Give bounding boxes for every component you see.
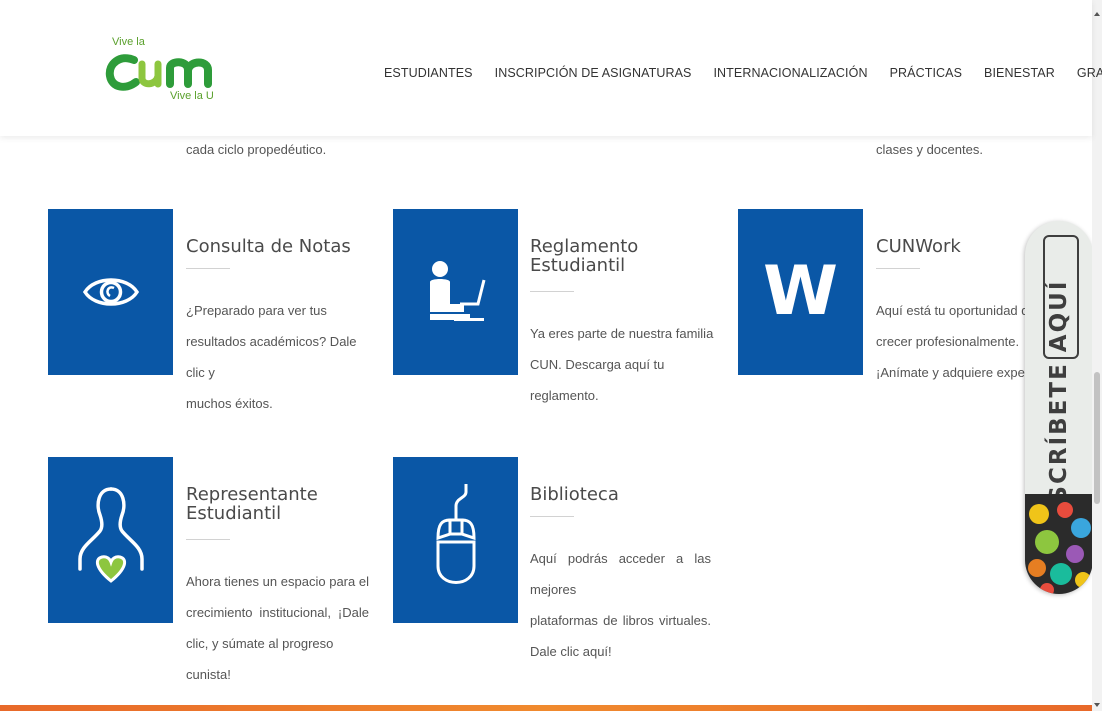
main-nav: ESTUDIANTES INSCRIPCIÓN DE ASIGNATURAS I… bbox=[384, 66, 1102, 80]
card-desc-line: clic, y súmate al progreso cunista! bbox=[186, 636, 334, 682]
card-desc-line: Aquí podrás acceder a las mejores bbox=[530, 551, 711, 597]
nav-practicas[interactable]: PRÁCTICAS bbox=[890, 66, 962, 80]
previous-card-text: clases y docentes. bbox=[876, 142, 983, 157]
card-title-cunwork[interactable]: CUNWork bbox=[876, 237, 961, 256]
card-desc-line: crecer profesionalmente. bbox=[876, 334, 1020, 349]
cunwork-tile[interactable]: W bbox=[738, 209, 863, 375]
card-desc-line: Dale clic aquí! bbox=[530, 644, 612, 659]
word-w-icon: W bbox=[762, 252, 838, 331]
nav-grados[interactable]: GRADOS bbox=[1077, 66, 1102, 80]
title-line: Representante bbox=[186, 484, 318, 505]
eye-icon bbox=[82, 278, 139, 306]
title-divider bbox=[186, 539, 230, 540]
card-desc-line: Ya eres parte de nuestra familia bbox=[530, 326, 714, 341]
doodle-art-icon bbox=[1025, 494, 1093, 594]
card-description: Aquí está tu oportunidad de crecer profe… bbox=[876, 295, 1026, 388]
card-desc-line: resultados académicos? Dale clic y bbox=[186, 334, 357, 380]
nav-bienestar[interactable]: BIENESTAR bbox=[984, 66, 1055, 80]
footer-accent-bar bbox=[0, 705, 1092, 711]
site-header: Vive la Vive la U ESTUDIANTES INSCRIPCIÓ… bbox=[0, 0, 1102, 136]
card-desc-line: ¿Preparado para ver tus bbox=[186, 303, 327, 318]
card-desc-line: crecimiento institucional, ¡Dale bbox=[186, 605, 369, 620]
logo-tagline-bottom: Vive la U bbox=[170, 90, 214, 102]
mouse-icon bbox=[435, 484, 476, 584]
card-desc-line: reglamento. bbox=[530, 388, 599, 403]
student-laptop-icon bbox=[429, 261, 485, 321]
representante-tile[interactable] bbox=[48, 457, 173, 623]
consulta-notas-tile[interactable] bbox=[48, 209, 173, 375]
title-divider bbox=[186, 268, 230, 269]
cun-logo[interactable]: Vive la Vive la U bbox=[104, 36, 224, 106]
title-divider bbox=[530, 516, 574, 517]
cun-logo-mark bbox=[105, 54, 212, 91]
title-divider bbox=[530, 291, 574, 292]
page-scrollbar[interactable] bbox=[1092, 0, 1102, 711]
card-desc-line: plataformas de libros virtuales. bbox=[530, 613, 711, 628]
card-desc-line: Ahora tienes un espacio para el bbox=[186, 574, 369, 589]
person-heart-icon bbox=[77, 487, 144, 583]
nav-inscripcion-asignaturas[interactable]: INSCRIPCIÓN DE ASIGNATURAS bbox=[495, 66, 692, 80]
card-title-consulta-notas[interactable]: Consulta de Notas bbox=[186, 237, 351, 256]
reglamento-tile[interactable] bbox=[393, 209, 518, 375]
scroll-down-icon[interactable] bbox=[1094, 703, 1100, 707]
title-line: Reglamento bbox=[530, 236, 639, 257]
title-divider bbox=[876, 268, 920, 269]
card-description: Ahora tienes un espacio para el crecimie… bbox=[186, 566, 369, 690]
title-line: Estudiantil bbox=[186, 503, 282, 524]
inscribete-banner[interactable]: INSCRÍBETE AQUÍ bbox=[1025, 221, 1093, 594]
card-description: ¿Preparado para ver tus resultados acadé… bbox=[186, 295, 366, 419]
card-desc-line: CUN. Descarga aquí tu bbox=[530, 357, 665, 372]
card-title-representante[interactable]: Representante Estudiantil bbox=[186, 485, 318, 523]
card-desc-line: muchos éxitos. bbox=[186, 396, 273, 411]
nav-internacionalizacion[interactable]: INTERNACIONALIZACIÓN bbox=[713, 66, 867, 80]
scrollbar-thumb[interactable] bbox=[1094, 372, 1100, 504]
card-description: Ya eres parte de nuestra familia CUN. De… bbox=[530, 318, 720, 411]
biblioteca-tile[interactable] bbox=[393, 457, 518, 623]
card-title-reglamento[interactable]: Reglamento Estudiantil bbox=[530, 237, 638, 275]
nav-estudiantes[interactable]: ESTUDIANTES bbox=[384, 66, 473, 80]
previous-card-text: cada ciclo propedéutico. bbox=[186, 142, 327, 157]
card-desc-line: ¡Anímate y adquiere experie bbox=[876, 365, 1026, 380]
card-desc-line: Aquí está tu oportunidad de bbox=[876, 303, 1026, 318]
card-description: Aquí podrás acceder a las mejores plataf… bbox=[530, 543, 711, 667]
card-title-biblioteca[interactable]: Biblioteca bbox=[530, 485, 619, 504]
title-line: Estudiantil bbox=[530, 255, 626, 276]
scroll-up-icon[interactable] bbox=[1094, 12, 1100, 16]
